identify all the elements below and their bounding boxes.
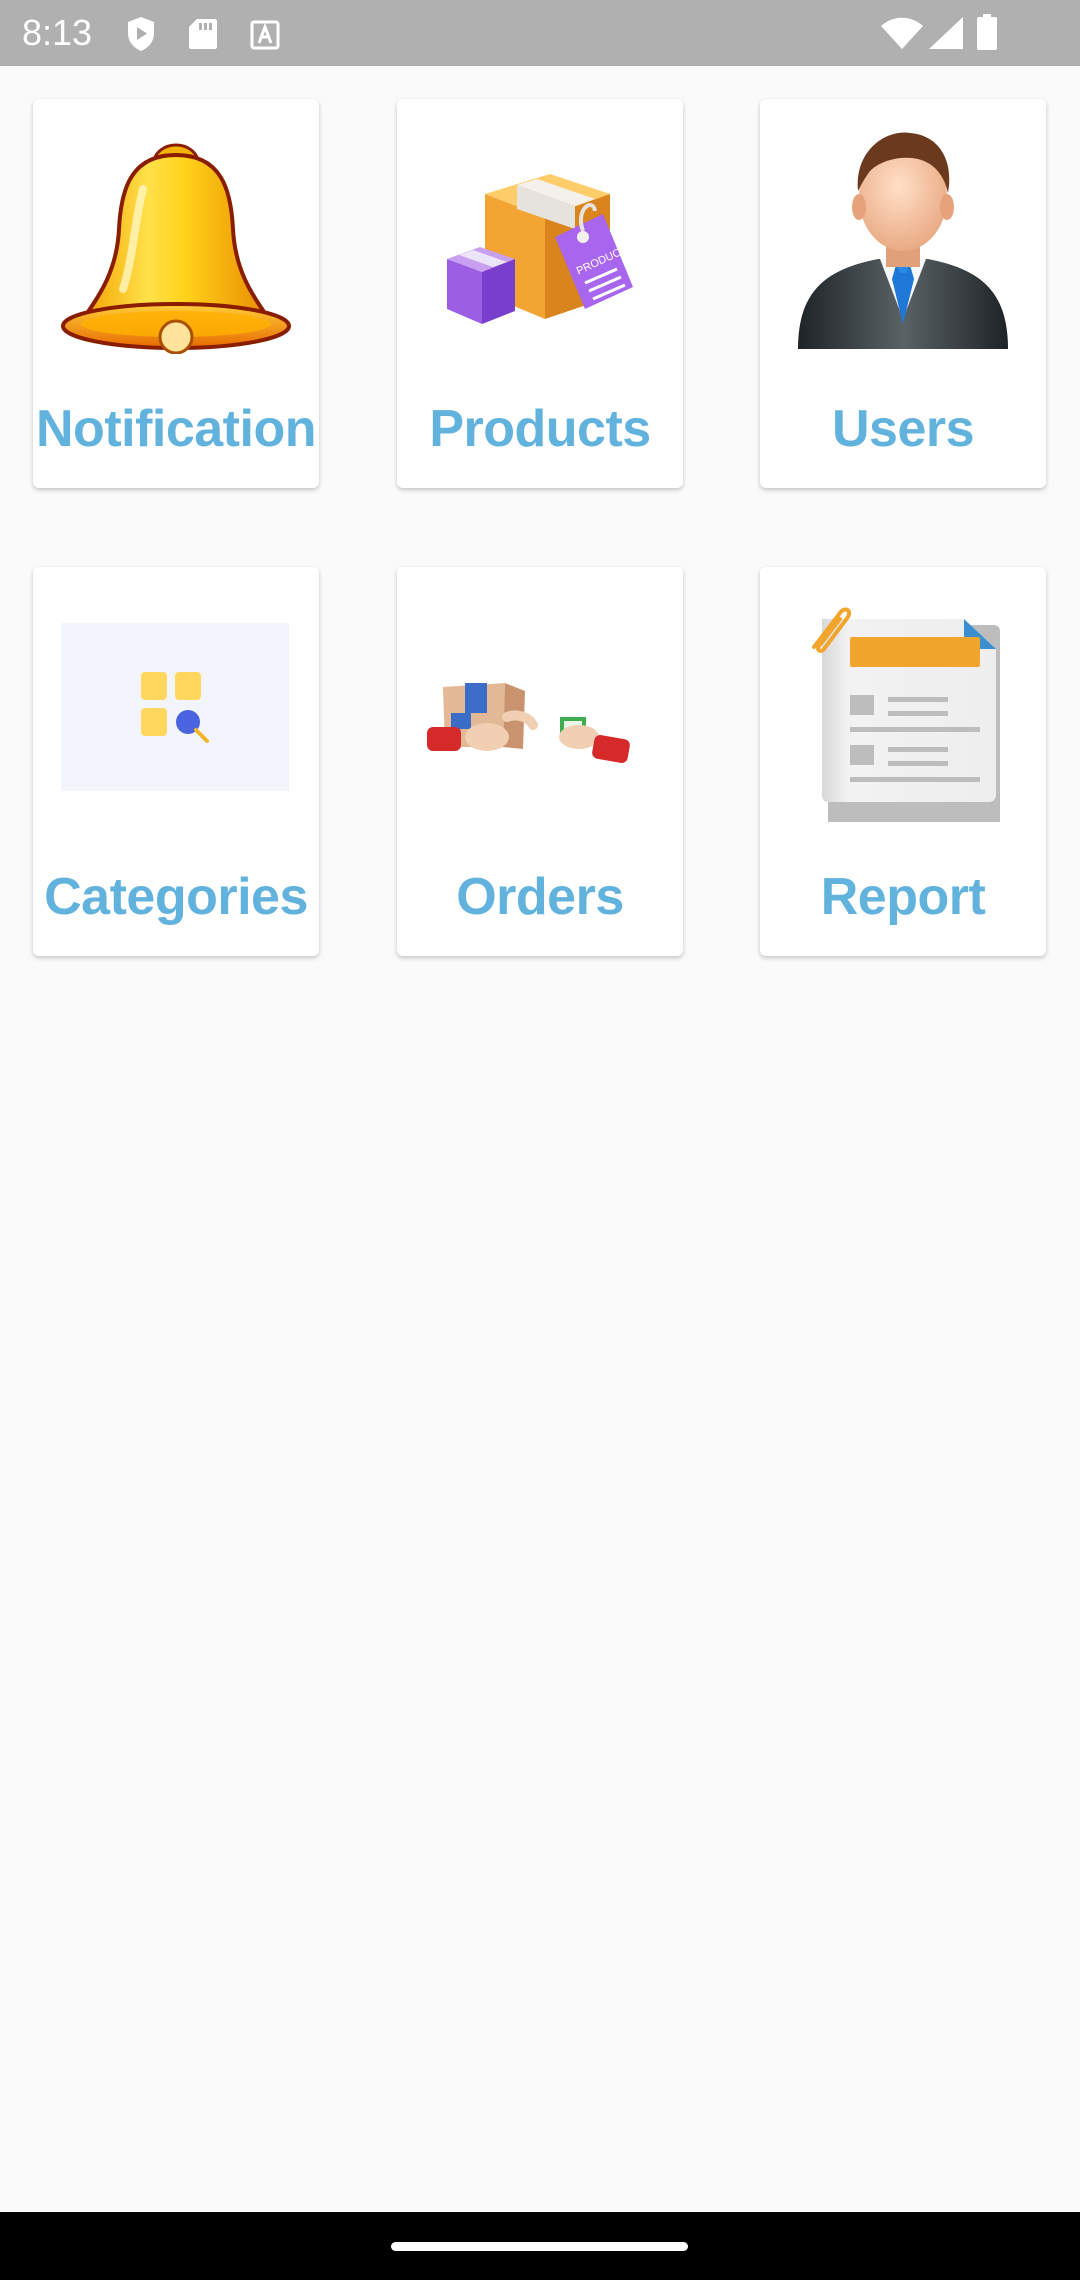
tile-label: Orders <box>456 868 624 926</box>
status-time: 8:13 <box>22 12 93 53</box>
status-bar: 8:13 <box>0 0 1080 66</box>
bell-icon <box>61 143 291 354</box>
tile-notification[interactable]: Notification <box>33 99 319 488</box>
a-badge-icon <box>250 20 280 50</box>
user-avatar-icon <box>798 132 1008 349</box>
categories-icon <box>61 623 289 791</box>
tile-users[interactable]: Users <box>760 99 1046 488</box>
tile-label: Categories <box>44 868 308 926</box>
tile-orders[interactable]: Orders <box>397 567 683 956</box>
orders-delivery-icon <box>427 683 630 763</box>
play-protect-icon <box>128 17 154 51</box>
tile-report[interactable]: Report <box>760 567 1046 956</box>
cell-signal-icon <box>929 17 963 49</box>
home-gesture-handle[interactable] <box>391 2242 688 2251</box>
report-document-icon <box>812 607 1000 822</box>
tile-label: Users <box>831 400 975 458</box>
sd-card-icon <box>189 19 217 49</box>
tile-products[interactable]: PRODUCT Products <box>397 99 683 488</box>
status-right-icons <box>880 14 1060 52</box>
navigation-bar <box>0 2212 1080 2280</box>
tile-label: Products <box>429 400 651 458</box>
product-box-icon: PRODUCT <box>447 174 633 324</box>
battery-icon <box>977 14 997 50</box>
tile-categories[interactable]: Categories <box>33 567 319 956</box>
tile-label: Report <box>820 868 986 926</box>
wifi-icon <box>881 17 923 49</box>
tile-label: Notification <box>36 400 316 458</box>
